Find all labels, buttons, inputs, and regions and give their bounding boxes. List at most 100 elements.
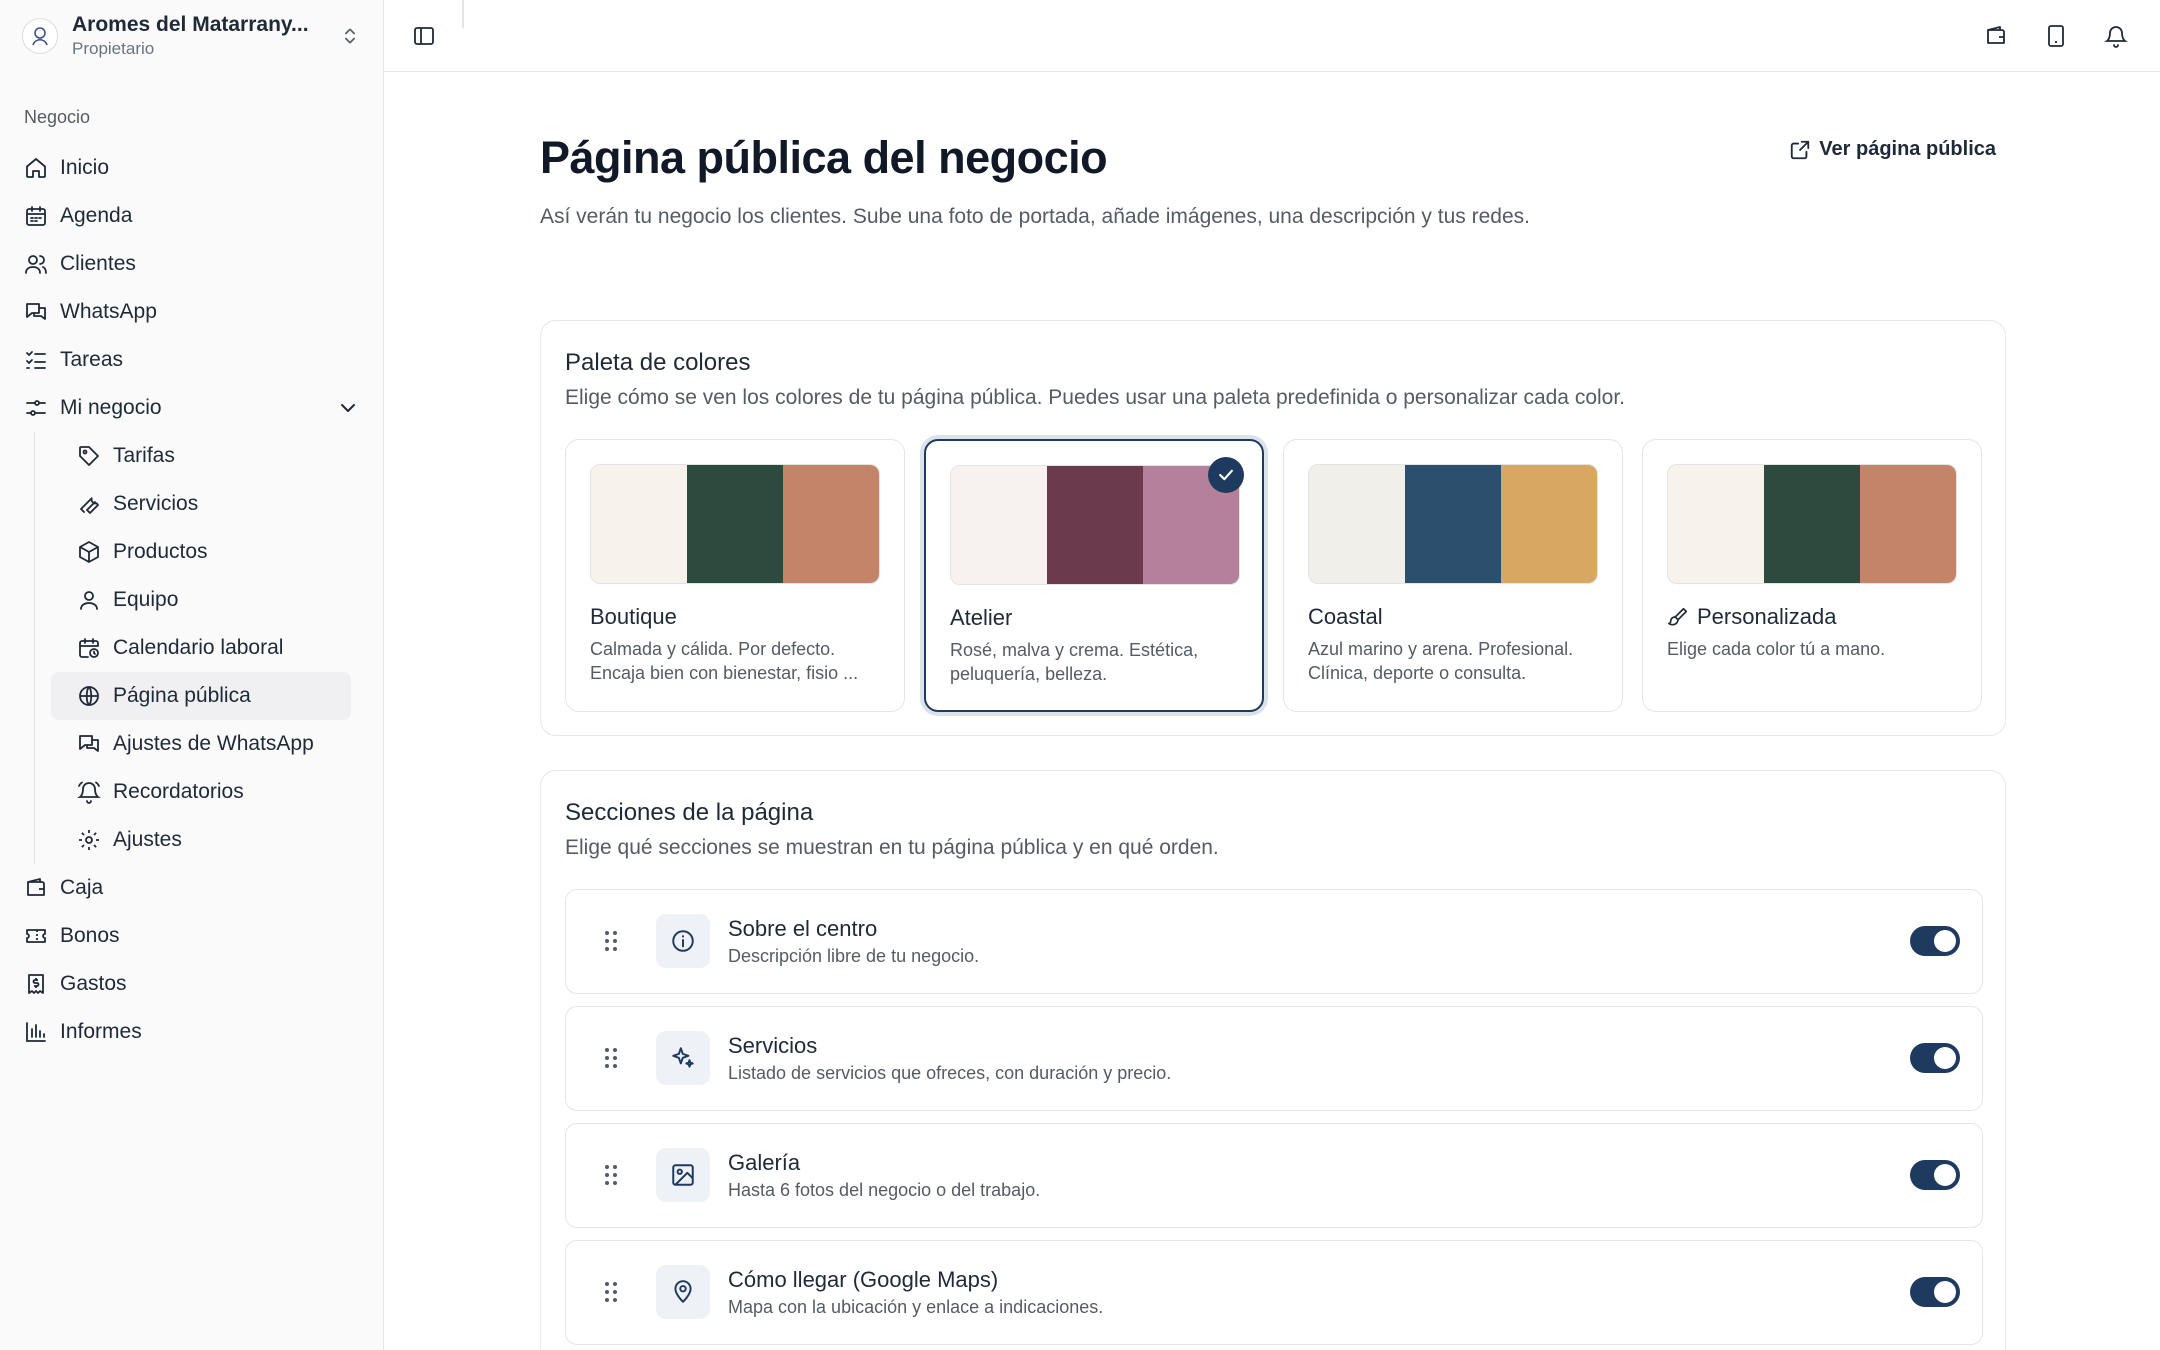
org-avatar	[22, 18, 58, 54]
palette-card: Paleta de colores Elige cómo se ven los …	[540, 320, 2006, 736]
palette-swatches	[1308, 464, 1598, 584]
sidebar-item-ajustes[interactable]: Ajustes	[51, 816, 351, 864]
palette-card-description: Elige cómo se ven los colores de tu pági…	[565, 386, 1626, 409]
sidebar-item-label: Inicio	[60, 156, 110, 179]
sidebar-item-label: Productos	[113, 540, 208, 563]
swatch	[687, 465, 783, 583]
topbar-separator	[462, 0, 464, 28]
info-icon	[656, 914, 710, 968]
sidebar-item-servicios[interactable]: Servicios	[51, 480, 351, 528]
palette-name: Personalizada	[1697, 604, 1837, 629]
nav-group-label: Negocio	[24, 107, 91, 127]
section-toggle[interactable]	[1910, 1160, 1960, 1190]
tag-icon	[77, 444, 101, 468]
sidebar-item-calendario-laboral[interactable]: Calendario laboral	[51, 624, 351, 672]
package-icon	[77, 540, 101, 564]
wallet-icon[interactable]	[1982, 22, 2010, 50]
sidebar-item-label: Recordatorios	[113, 780, 244, 803]
main-content: Página pública del negocio Así verán tu …	[384, 0, 2160, 1350]
sidebar-item-label: Mi negocio	[60, 396, 162, 419]
palette-option-personalizada[interactable]: Personalizada Elige cada color tú a mano…	[1642, 439, 1982, 712]
view-public-page-label: Ver página pública	[1819, 138, 1996, 160]
sidebar-item-productos[interactable]: Productos	[51, 528, 351, 576]
palette-name: Boutique	[590, 604, 677, 629]
sidebar-item-pagina-publica[interactable]: Página pública	[51, 672, 351, 720]
sidebar-nav: Inicio Agenda Clientes WhatsApp Tareas M…	[0, 144, 384, 1056]
section-description: Listado de servicios que ofreces, con du…	[728, 1063, 1172, 1083]
topbar	[384, 0, 2160, 72]
sidebar-subnav-mi-negocio: Tarifas Servicios Productos Equipo Calen…	[34, 432, 384, 864]
palette-card-title: Paleta de colores	[565, 349, 751, 376]
users-icon	[24, 252, 48, 276]
sidebar-item-clientes[interactable]: Clientes	[0, 240, 384, 288]
sidebar-item-label: Caja	[60, 876, 104, 899]
swatch	[1764, 465, 1860, 583]
user-icon	[77, 588, 101, 612]
section-title: Sobre el centro	[728, 916, 878, 941]
sidebar-item-tareas[interactable]: Tareas	[0, 336, 384, 384]
palette-option-coastal[interactable]: Coastal Azul marino y arena. Profesional…	[1283, 439, 1623, 712]
palette-option-boutique[interactable]: Boutique Calmada y cálida. Por defecto. …	[565, 439, 905, 712]
swatch	[951, 466, 1047, 584]
view-public-page-link[interactable]: Ver página pública	[1789, 138, 1996, 161]
palette-description: Rosé, malva y crema. Estética, peluquerí…	[950, 640, 1199, 684]
section-row-galeria[interactable]: Galería Hasta 6 fotos del negocio o del …	[565, 1123, 1983, 1228]
palette-name: Atelier	[950, 605, 1013, 630]
sidebar-item-whatsapp[interactable]: WhatsApp	[0, 288, 384, 336]
sidebar-item-label: Tareas	[60, 348, 124, 371]
section-toggle[interactable]	[1910, 1277, 1960, 1307]
sidebar-item-equipo[interactable]: Equipo	[51, 576, 351, 624]
section-row-como-llegar[interactable]: Cómo llegar (Google Maps) Mapa con la ub…	[565, 1240, 1983, 1345]
chevrons-up-down-icon[interactable]	[336, 22, 364, 50]
sidebar-item-label: Clientes	[60, 252, 136, 275]
sidebar-item-informes[interactable]: Informes	[0, 1008, 384, 1056]
section-toggle[interactable]	[1910, 926, 1960, 956]
sidebar-item-label: Agenda	[60, 204, 133, 227]
bell-ring-icon	[77, 780, 101, 804]
palette-swatches	[950, 465, 1240, 585]
sidebar-item-gastos[interactable]: Gastos	[0, 960, 384, 1008]
sidebar-item-tarifas[interactable]: Tarifas	[51, 432, 351, 480]
section-row-servicios[interactable]: Servicios Listado de servicios que ofrec…	[565, 1006, 1983, 1111]
sidebar-item-label: WhatsApp	[60, 300, 157, 323]
home-icon	[24, 156, 48, 180]
section-toggle[interactable]	[1910, 1043, 1960, 1073]
gear-icon	[77, 828, 101, 852]
bell-icon[interactable]	[2102, 22, 2130, 50]
chat-icon	[24, 300, 48, 324]
palette-name-row: Personalizada	[1667, 604, 1836, 630]
swatch	[1047, 466, 1143, 584]
drag-handle-icon[interactable]	[604, 1164, 618, 1186]
org-logo-icon	[32, 27, 48, 46]
palette-name: Coastal	[1308, 604, 1383, 629]
palette-option-atelier[interactable]: Atelier Rosé, malva y crema. Estética, p…	[924, 439, 1264, 712]
drag-handle-icon[interactable]	[604, 1047, 618, 1069]
sidebar-item-ajustes-whatsapp[interactable]: Ajustes de WhatsApp	[51, 720, 351, 768]
sidebar-item-agenda[interactable]: Agenda	[0, 192, 384, 240]
org-name: Aromes del Matarrany...	[72, 12, 309, 36]
sidebar-item-label: Equipo	[113, 588, 179, 611]
sidebar-item-bonos[interactable]: Bonos	[0, 912, 384, 960]
sidebar-item-recordatorios[interactable]: Recordatorios	[51, 768, 351, 816]
drag-handle-icon[interactable]	[604, 1281, 618, 1303]
section-description: Descripción libre de tu negocio.	[728, 946, 980, 966]
sections-card-description: Elige qué secciones se muestran en tu pá…	[565, 836, 1219, 859]
swatch	[1668, 465, 1764, 583]
section-title: Servicios	[728, 1033, 818, 1058]
sidebar-item-caja[interactable]: Caja	[0, 864, 384, 912]
sidebar-item-mi-negocio[interactable]: Mi negocio	[0, 384, 384, 432]
chevron-down-icon[interactable]	[336, 396, 360, 420]
section-row-sobre-el-centro[interactable]: Sobre el centro Descripción libre de tu …	[565, 889, 1983, 994]
receipt-icon	[24, 972, 48, 996]
sidebar-item-inicio[interactable]: Inicio	[0, 144, 384, 192]
tablet-icon[interactable]	[2042, 22, 2070, 50]
swatch	[591, 465, 687, 583]
map-pin-icon	[656, 1265, 710, 1319]
list-check-icon	[24, 348, 48, 372]
section-title: Cómo llegar (Google Maps)	[728, 1267, 999, 1292]
sidebar-toggle-icon[interactable]	[410, 22, 438, 50]
calendar-clock-icon	[77, 636, 101, 660]
drag-handle-icon[interactable]	[604, 930, 618, 952]
sidebar-item-label: Página pública	[113, 684, 251, 707]
org-switcher[interactable]: Aromes del Matarrany... Propietario	[22, 12, 364, 58]
